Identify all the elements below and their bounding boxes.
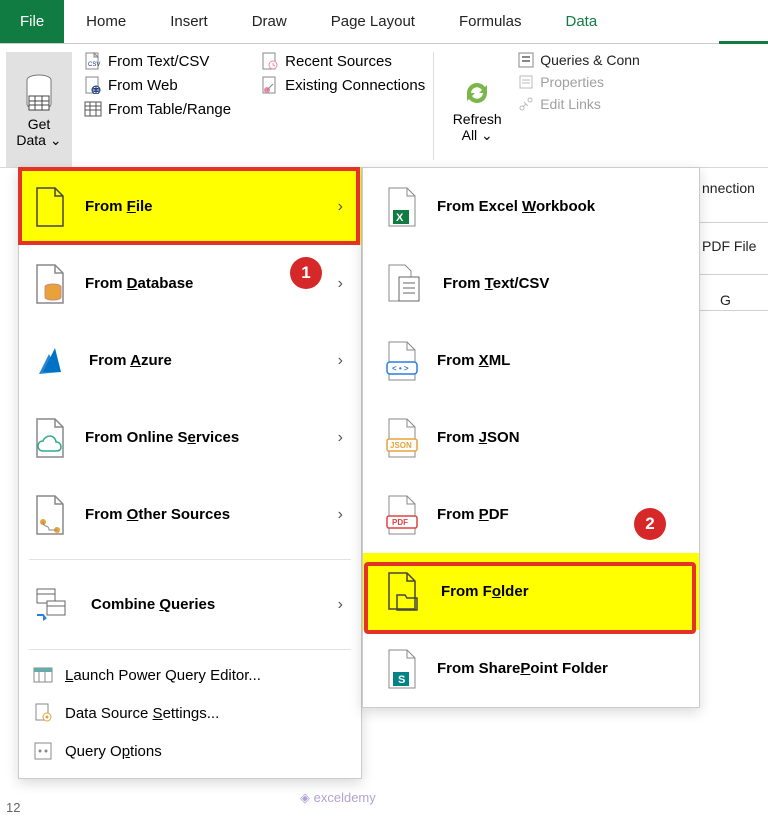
- callout-badge-2: 2: [634, 508, 666, 540]
- queries-connections-button[interactable]: Queries & Conn: [518, 52, 640, 68]
- existing-conn-icon: [261, 76, 279, 94]
- get-data-button[interactable]: Get Data ⌄: [6, 52, 72, 167]
- svg-text:PDF: PDF: [392, 518, 408, 527]
- grid-line: [700, 310, 768, 311]
- chevron-right-icon: ›: [338, 429, 343, 447]
- tab-insert[interactable]: Insert: [148, 0, 230, 43]
- refresh-icon: [459, 75, 495, 111]
- table-icon: [84, 100, 102, 118]
- chevron-right-icon: ›: [338, 275, 343, 293]
- recent-sources-button[interactable]: Recent Sources: [261, 52, 425, 70]
- submenu-from-json[interactable]: JSON From JSON: [363, 399, 699, 476]
- ribbon-tabs: File Home Insert Draw Page Layout Formul…: [0, 0, 768, 44]
- tab-page-layout[interactable]: Page Layout: [309, 0, 437, 43]
- menu-from-online-services[interactable]: From Online Services ›: [19, 399, 361, 476]
- database-icon: [22, 74, 56, 114]
- edit-links-icon: [518, 96, 534, 112]
- svg-text:JSON: JSON: [390, 441, 412, 450]
- watermark: ◈ exceldemy: [300, 790, 376, 806]
- chevron-right-icon: ›: [338, 352, 343, 370]
- text-fragment: nnection: [702, 180, 755, 196]
- data-source-settings[interactable]: Data Source Settings...: [19, 694, 361, 732]
- tab-home[interactable]: Home: [64, 0, 148, 43]
- tab-data[interactable]: Data: [543, 0, 619, 43]
- combine-queries-icon: [33, 585, 73, 625]
- callout-badge-1: 1: [290, 257, 322, 289]
- dropdown-caret-icon: ⌄: [50, 132, 62, 148]
- properties-button: Properties: [518, 74, 640, 90]
- ribbon-data-content: Get Data ⌄ CSV From Text/CSV From Web Fr…: [0, 44, 768, 168]
- file-csv-icon: CSV: [84, 52, 102, 70]
- chevron-right-icon: ›: [338, 596, 343, 614]
- menu-from-azure[interactable]: From Azure ›: [19, 322, 361, 399]
- submenu-from-folder[interactable]: From Folder: [363, 553, 699, 630]
- tab-draw[interactable]: Draw: [230, 0, 309, 43]
- from-file-submenu: X From Excel Workbook From Text/CSV < • …: [362, 167, 700, 708]
- submenu-from-excel-workbook[interactable]: X From Excel Workbook: [363, 168, 699, 245]
- launch-power-query[interactable]: Launch Power Query Editor...: [19, 656, 361, 694]
- row-number: 12: [6, 800, 20, 815]
- json-file-icon: JSON: [385, 417, 419, 459]
- existing-connections-button[interactable]: Existing Connections: [261, 76, 425, 94]
- file-icon: [33, 186, 67, 228]
- properties-icon: [518, 74, 534, 90]
- edit-links-button: Edit Links: [518, 96, 640, 112]
- chevron-right-icon: ›: [338, 506, 343, 524]
- text-csv-file-icon: [385, 263, 425, 305]
- excel-file-icon: X: [385, 186, 419, 228]
- text-fragment: PDF File: [702, 238, 756, 254]
- pdf-file-icon: PDF: [385, 494, 419, 536]
- from-web-button[interactable]: From Web: [84, 76, 231, 94]
- grid-line: [700, 274, 768, 275]
- queries-icon: [518, 52, 534, 68]
- chevron-right-icon: ›: [338, 198, 343, 216]
- grid-line: [700, 222, 768, 223]
- column-g-header[interactable]: G: [720, 292, 731, 308]
- menu-combine-queries[interactable]: Combine Queries ›: [19, 566, 361, 643]
- clock-file-icon: [261, 52, 279, 70]
- cloud-file-icon: [33, 417, 67, 459]
- sharepoint-file-icon: S: [385, 648, 419, 690]
- query-options[interactable]: Query Options: [19, 732, 361, 770]
- database-file-icon: [33, 263, 67, 305]
- options-icon: [33, 741, 53, 761]
- xml-file-icon: < • >: [385, 340, 419, 382]
- svg-text:X: X: [396, 212, 404, 224]
- from-text-csv-button[interactable]: CSV From Text/CSV: [84, 52, 231, 70]
- tab-file[interactable]: File: [0, 0, 64, 43]
- folder-file-icon: [385, 571, 423, 613]
- submenu-from-text-csv[interactable]: From Text/CSV: [363, 245, 699, 322]
- pq-editor-icon: [33, 665, 53, 685]
- svg-text:< • >: < • >: [392, 364, 409, 373]
- globe-icon: [84, 76, 102, 94]
- settings-file-icon: [33, 703, 53, 723]
- svg-text:S: S: [398, 674, 405, 686]
- submenu-from-xml[interactable]: < • > From XML: [363, 322, 699, 399]
- submenu-from-sharepoint-folder[interactable]: S From SharePoint Folder: [363, 630, 699, 707]
- menu-from-file[interactable]: From File ›: [19, 168, 361, 245]
- tab-formulas[interactable]: Formulas: [437, 0, 544, 43]
- svg-text:CSV: CSV: [88, 62, 100, 68]
- from-table-range-button[interactable]: From Table/Range: [84, 100, 231, 118]
- azure-icon: [33, 342, 71, 380]
- refresh-all-button[interactable]: Refresh All ⌄: [442, 52, 512, 167]
- menu-from-other-sources[interactable]: From Other Sources ›: [19, 476, 361, 553]
- other-sources-icon: [33, 494, 67, 536]
